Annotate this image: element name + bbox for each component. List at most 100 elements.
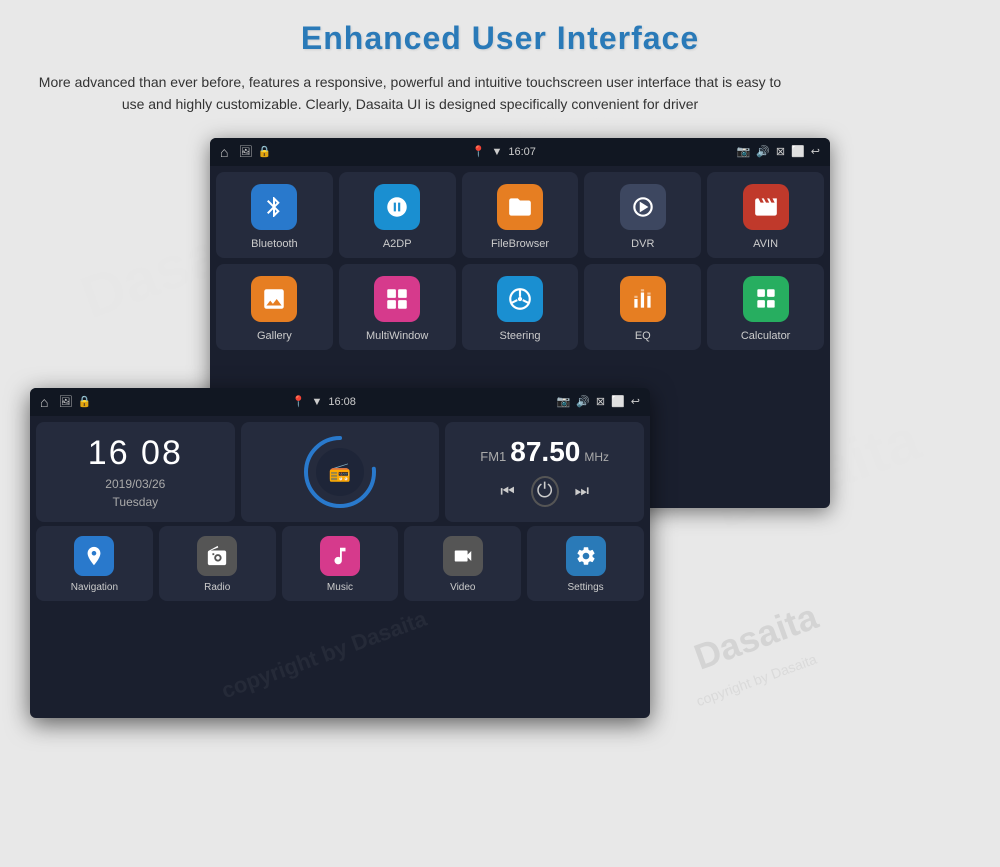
filebrowser-icon — [497, 184, 543, 230]
fm-controls: ⏮ ⏻ ⏭ — [500, 476, 589, 507]
center-info-back: 📍 ▼ 16:07 — [277, 145, 730, 158]
app-cell-gallery[interactable]: Gallery — [216, 264, 333, 350]
signal-icon-back: ▼ — [491, 146, 502, 158]
eq-label: EQ — [635, 330, 651, 342]
location-icon-back: 📍 — [472, 145, 486, 158]
gallery-icon — [251, 276, 297, 322]
bluetooth-label: Bluetooth — [251, 238, 297, 250]
next-track-button[interactable]: ⏭ — [575, 483, 589, 501]
fm-frequency: 87.50 — [510, 436, 580, 468]
gallery-label: Gallery — [257, 330, 292, 342]
back-icon-front[interactable]: ↩ — [631, 395, 640, 408]
right-icons-front: 📷 🔊 ⊠ ⬜ ↩ — [556, 395, 640, 408]
fm-unit: MHz — [584, 450, 609, 464]
a2dp-label: A2DP — [383, 238, 412, 250]
app-cell-video[interactable]: Video — [404, 526, 521, 601]
close-icon-back: ⊠ — [776, 145, 785, 158]
radio-dial-svg: 📻 — [300, 432, 380, 512]
app-cell-a2dp[interactable]: A2DP — [339, 172, 456, 258]
app-cell-eq[interactable]: EQ — [584, 264, 701, 350]
app-cell-dvr[interactable]: DVR — [584, 172, 701, 258]
steering-icon — [497, 276, 543, 322]
page-description: More advanced than ever before, features… — [30, 71, 790, 116]
app-cell-navigation[interactable]: Navigation — [36, 526, 153, 601]
app-cell-settings[interactable]: Settings — [527, 526, 644, 601]
filebrowser-label: FileBrowser — [491, 238, 549, 250]
settings-label: Settings — [568, 582, 604, 593]
status-icons-left-back: 🖼 🔒 — [238, 145, 271, 158]
music-label: Music — [327, 582, 353, 593]
window-icon-front: ⬜ — [611, 395, 625, 408]
app-cell-music[interactable]: Music — [282, 526, 399, 601]
clock-date: 2019/03/26 — [105, 477, 165, 491]
location-icon-front: 📍 — [292, 395, 306, 408]
radio-icon — [197, 536, 237, 576]
app-cell-calculator[interactable]: Calculator — [707, 264, 824, 350]
fm-band-label: FM1 — [480, 449, 506, 464]
navigation-icon — [74, 536, 114, 576]
screen-front: ⌂ 🖼 🔒 📍 ▼ 16:08 📷 🔊 ⊠ ⬜ ↩ — [30, 388, 650, 718]
calculator-label: Calculator — [741, 330, 791, 342]
app-cell-bluetooth[interactable]: Bluetooth — [216, 172, 333, 258]
status-icons-left-front: 🖼 🔒 — [58, 395, 91, 408]
avin-label: AVIN — [753, 238, 778, 250]
watermark-front: copyright by Dasaita — [218, 606, 430, 704]
steering-label: Steering — [500, 330, 541, 342]
video-icon — [443, 536, 483, 576]
time-front: 16:08 — [328, 396, 356, 408]
fm-freq-row: FM1 87.50 MHz — [480, 436, 609, 468]
camera-icon-back: 📷 — [736, 145, 750, 158]
dvr-icon — [620, 184, 666, 230]
watermark-right-large: Dasaita — [689, 595, 824, 678]
screens-container: ⌂ 🖼 🔒 📍 ▼ 16:07 📷 🔊 ⊠ ⬜ ↩ — [30, 138, 830, 718]
clock-day: Tuesday — [113, 495, 159, 509]
fm-info-cell: FM1 87.50 MHz ⏮ ⏻ ⏭ — [445, 422, 644, 522]
camera-icon-front: 📷 — [556, 395, 570, 408]
eq-icon — [620, 276, 666, 322]
video-label: Video — [450, 582, 475, 593]
volume-icon-front: 🔊 — [576, 395, 590, 408]
app-grid-back: Bluetooth A2DP F — [210, 166, 830, 356]
app-cell-avin[interactable]: AVIN — [707, 172, 824, 258]
app-cell-radio[interactable]: Radio — [159, 526, 276, 601]
prev-track-button[interactable]: ⏮ — [500, 483, 514, 501]
radio-label: Radio — [204, 582, 230, 593]
settings-icon — [566, 536, 606, 576]
navigation-label: Navigation — [71, 582, 118, 593]
app-cell-steering[interactable]: Steering — [462, 264, 579, 350]
app-cell-filebrowser[interactable]: FileBrowser — [462, 172, 579, 258]
clock-cell: 16 08 2019/03/26 Tuesday — [36, 422, 235, 522]
calculator-icon — [743, 276, 789, 322]
center-info-front: 📍 ▼ 16:08 — [97, 395, 550, 408]
status-bar-front: ⌂ 🖼 🔒 📍 ▼ 16:08 📷 🔊 ⊠ ⬜ ↩ — [30, 388, 650, 416]
app-cell-multiwindow[interactable]: MultiWindow — [339, 264, 456, 350]
power-button[interactable]: ⏻ — [531, 476, 559, 507]
signal-icon-front: ▼ — [311, 396, 322, 408]
avin-icon — [743, 184, 789, 230]
home-icon-front[interactable]: ⌂ — [40, 394, 48, 410]
time-back: 16:07 — [508, 146, 536, 158]
lock-icon-back: 🔒 — [257, 145, 271, 158]
svg-text:📻: 📻 — [329, 462, 351, 482]
home-icon-back[interactable]: ⌂ — [220, 144, 228, 160]
status-bar-back: ⌂ 🖼 🔒 📍 ▼ 16:07 📷 🔊 ⊠ ⬜ ↩ — [210, 138, 830, 166]
music-icon — [320, 536, 360, 576]
lock-icon-front: 🔒 — [77, 395, 91, 408]
close-icon-front: ⊠ — [596, 395, 605, 408]
radio-dial-cell[interactable]: 📻 — [241, 422, 440, 522]
bluetooth-icon — [251, 184, 297, 230]
multiwindow-label: MultiWindow — [366, 330, 428, 342]
page-title: Enhanced User Interface — [30, 20, 970, 57]
volume-icon-back: 🔊 — [756, 145, 770, 158]
clock-time: 16 08 — [88, 434, 183, 473]
image-icon-front: 🖼 — [58, 395, 72, 408]
back-icon-back[interactable]: ↩ — [811, 145, 820, 158]
window-icon-back: ⬜ — [791, 145, 805, 158]
dvr-label: DVR — [631, 238, 654, 250]
a2dp-icon — [374, 184, 420, 230]
right-icons-back: 📷 🔊 ⊠ ⬜ ↩ — [736, 145, 820, 158]
multiwindow-icon — [374, 276, 420, 322]
watermark-right-small: copyright by Dasaita — [694, 651, 819, 709]
image-icon-back: 🖼 — [238, 145, 252, 158]
main-content-front: 16 08 2019/03/26 Tuesday 📻 FM1 — [30, 416, 650, 526]
